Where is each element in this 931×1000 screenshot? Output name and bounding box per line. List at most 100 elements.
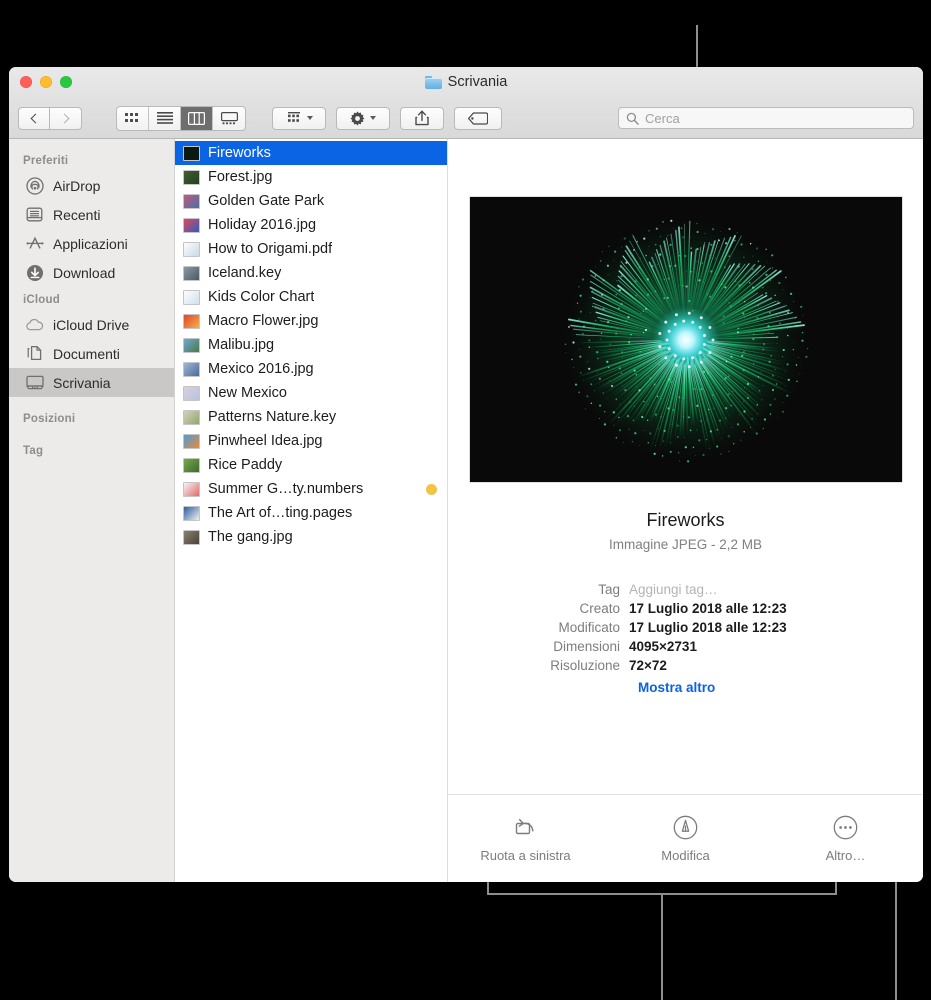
file-name-label: How to Origami.pdf	[208, 241, 333, 257]
search-icon	[626, 112, 639, 125]
quick-action-rotate-left[interactable]: Ruota a sinistra	[473, 814, 578, 863]
sidebar-item-label: Scrivania	[53, 374, 111, 391]
metadata-value: 4095×2731	[629, 639, 697, 654]
quick-action-markup[interactable]: Modifica	[633, 814, 738, 863]
file-name-label: Summer G…ty.numbers	[208, 481, 364, 497]
file-thumbnail	[183, 433, 200, 449]
markup-icon	[673, 815, 698, 840]
file-thumbnail	[183, 217, 200, 233]
list-view-button[interactable]	[149, 106, 181, 130]
sidebar: Preferiti AirDrop Recenti Applicazioni D…	[9, 139, 175, 882]
sidebar-item-applicazioni[interactable]: Applicazioni	[9, 229, 174, 258]
file-name-label: Kids Color Chart	[208, 289, 315, 305]
icon-view-button[interactable]	[117, 106, 149, 130]
finder-window: Scrivania Cerca Preferiti AirDrop Recent…	[9, 67, 923, 882]
view-mode-segmented-control	[116, 105, 246, 131]
file-list: Fireworks Forest.jpg Golden Gate Park Holid…	[175, 139, 448, 882]
gallery-view-button[interactable]	[213, 107, 245, 130]
metadata-value: 72×72	[629, 658, 667, 673]
sidebar-item-label: Applicazioni	[53, 235, 128, 252]
file-thumbnail	[183, 241, 200, 257]
recents-icon	[25, 205, 44, 224]
file-thumbnail	[183, 457, 200, 473]
file-list-row[interactable]: Forest.jpg	[175, 165, 447, 189]
chevron-down-icon	[370, 116, 376, 120]
file-list-row[interactable]: Fireworks	[175, 141, 447, 165]
preview-metadata: Tag Aggiungi tag… Creato 17 Luglio 2018 all…	[448, 582, 923, 677]
file-list-row[interactable]: New Mexico	[175, 381, 447, 405]
file-thumbnail	[183, 169, 200, 185]
file-list-row[interactable]: Kids Color Chart	[175, 285, 447, 309]
action-button[interactable]	[336, 106, 390, 130]
file-name-label: The Art of…ting.pages	[208, 505, 353, 521]
quick-actions-bar: Ruota a sinistra Modifica Altro…	[448, 794, 923, 882]
navigation-buttons	[18, 106, 82, 130]
file-thumbnail	[183, 409, 200, 425]
fireworks-burst-image	[560, 214, 812, 466]
folder-icon	[424, 75, 442, 89]
sidebar-item-airdrop[interactable]: AirDrop	[9, 171, 174, 200]
file-list-row[interactable]: Mexico 2016.jpg	[175, 357, 447, 381]
file-thumbnail	[183, 193, 200, 209]
back-button[interactable]	[18, 106, 50, 130]
gear-icon	[350, 110, 365, 126]
file-list-row[interactable]: Golden Gate Park	[175, 189, 447, 213]
file-name-label: Malibu.jpg	[208, 337, 275, 353]
show-more-link[interactable]: Mostra altro	[638, 680, 923, 695]
file-list-row[interactable]: The Art of…ting.pages	[175, 501, 447, 525]
screenshot-root: Scrivania Cerca Preferiti AirDrop Recent…	[0, 0, 931, 1000]
metadata-key: Tag	[598, 582, 620, 597]
file-list-row[interactable]: Patterns Nature.key	[175, 405, 447, 429]
sidebar-item-documenti[interactable]: Documenti	[9, 339, 174, 368]
file-thumbnail	[183, 337, 200, 353]
file-list-row[interactable]: Iceland.key	[175, 261, 447, 285]
sidebar-item-scrivania[interactable]: Scrivania	[9, 368, 174, 397]
metadata-key: Modificato	[558, 620, 620, 635]
add-tag-field[interactable]: Aggiungi tag…	[629, 582, 718, 597]
file-name-label: Iceland.key	[208, 265, 282, 281]
forward-button[interactable]	[50, 106, 82, 130]
cloud-icon	[25, 315, 44, 334]
search-field[interactable]: Cerca	[618, 107, 914, 129]
metadata-key: Risoluzione	[550, 658, 620, 673]
tag-icon	[468, 111, 488, 125]
quick-action-label: Altro…	[825, 848, 866, 863]
preview-pane: Fireworks Immagine JPEG - 2,2 MB Tag Aggi…	[448, 139, 923, 882]
tag-button[interactable]	[454, 106, 502, 130]
file-list-row[interactable]: The gang.jpg	[175, 525, 447, 549]
file-list-row[interactable]: Macro Flower.jpg	[175, 309, 447, 333]
window-title: Scrivania	[9, 74, 923, 90]
metadata-value: 17 Luglio 2018 alle 12:23	[629, 620, 787, 635]
file-list-row[interactable]: Summer G…ty.numbers	[175, 477, 447, 501]
sidebar-item-label: Recenti	[53, 206, 101, 223]
metadata-row: Tag Aggiungi tag…	[448, 582, 923, 597]
file-list-row[interactable]: How to Origami.pdf	[175, 237, 447, 261]
airdrop-icon	[25, 176, 44, 195]
file-list-row[interactable]: Holiday 2016.jpg	[175, 213, 447, 237]
preview-image-container	[448, 139, 923, 482]
sidebar-item-label: Documenti	[53, 345, 120, 362]
metadata-key: Creato	[579, 601, 620, 616]
gallery-icon	[220, 111, 238, 124]
file-thumbnail	[183, 289, 200, 305]
file-list-row[interactable]: Pinwheel Idea.jpg	[175, 429, 447, 453]
metadata-row: Modificato 17 Luglio 2018 alle 12:23	[448, 620, 923, 635]
window-body: Preferiti AirDrop Recenti Applicazioni D…	[9, 139, 923, 882]
preview-file-subtitle: Immagine JPEG - 2,2 MB	[608, 537, 763, 552]
file-thumbnail	[183, 361, 200, 377]
preview-file-name: Fireworks	[646, 510, 725, 530]
arrange-button[interactable]	[272, 106, 326, 130]
column-view-button[interactable]	[181, 106, 213, 130]
columns-icon	[188, 111, 205, 125]
quick-action-more[interactable]: Altro…	[793, 814, 898, 863]
desktop-icon	[25, 373, 44, 392]
quick-action-label: Modifica	[661, 848, 710, 863]
sidebar-item-icloud-drive[interactable]: iCloud Drive	[9, 310, 174, 339]
share-button[interactable]	[400, 106, 444, 130]
file-tag-dot	[426, 483, 437, 495]
documents-icon	[25, 344, 44, 363]
sidebar-item-recenti[interactable]: Recenti	[9, 200, 174, 229]
file-list-row[interactable]: Rice Paddy	[175, 453, 447, 477]
file-list-row[interactable]: Malibu.jpg	[175, 333, 447, 357]
sidebar-item-download[interactable]: Download	[9, 258, 174, 287]
